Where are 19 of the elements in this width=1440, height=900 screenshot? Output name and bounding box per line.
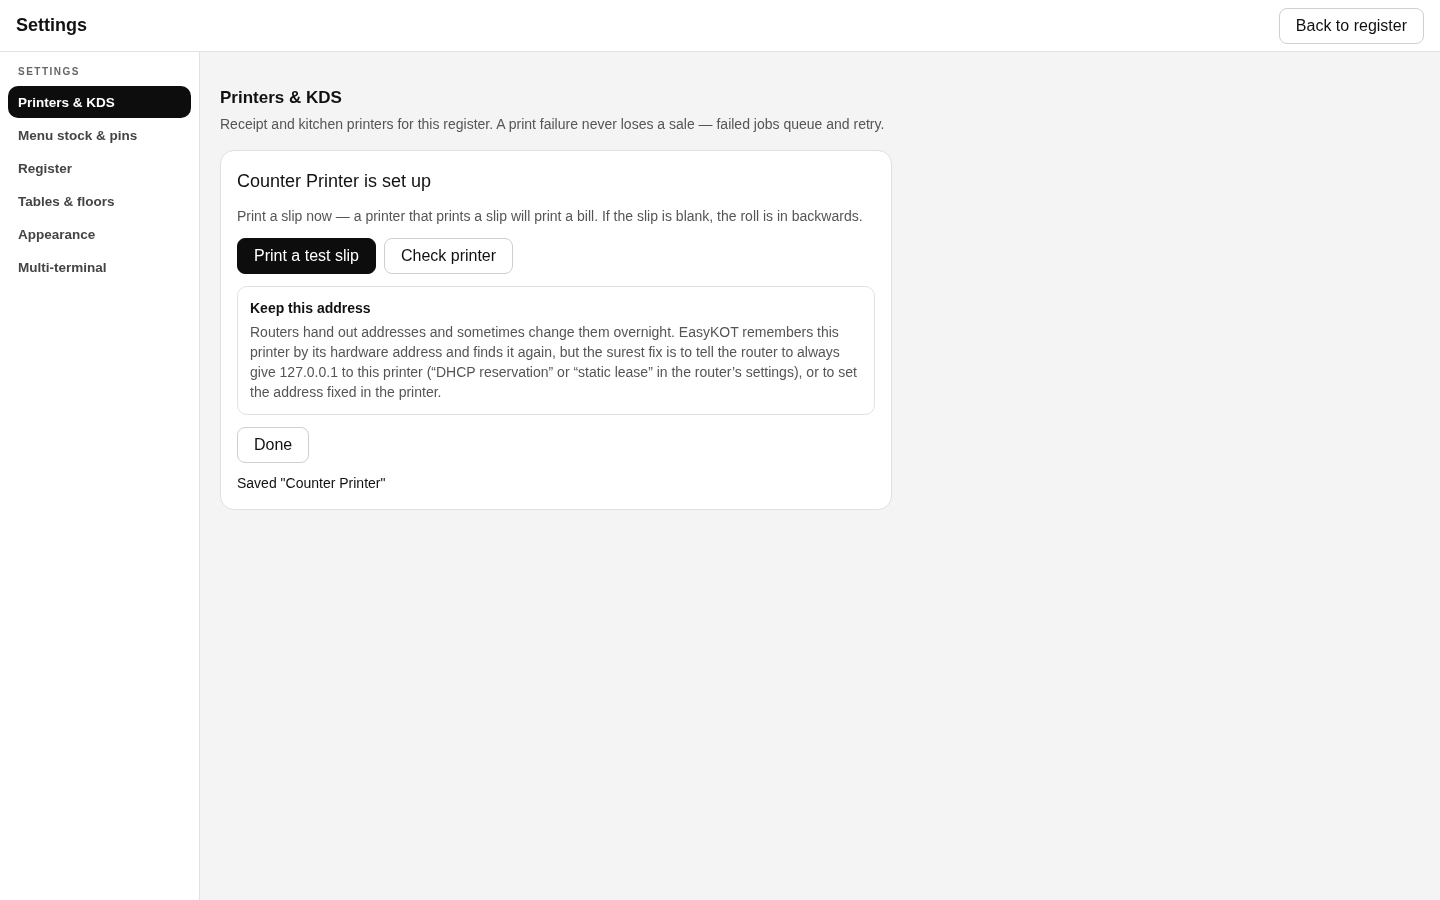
section-heading: Printers & KDS — [220, 88, 343, 108]
notice-title: Keep this address — [250, 300, 372, 316]
card-text: Print a slip now — a printer that prints a slip will print a bill. If the slip is blank, the roll is in backwards. — [237, 207, 864, 226]
sidebar-section-label: SETTINGS — [17, 65, 81, 79]
done-button[interactable]: Done — [237, 427, 310, 463]
page-title: Settings — [16, 15, 87, 36]
status-message: Saved "Counter Printer" — [237, 475, 387, 491]
sidebar-item[interactable]: Register — [8, 152, 191, 184]
print-test-button[interactable]: Print a test slip — [237, 238, 376, 274]
sidebar-item[interactable]: Appearance — [8, 218, 191, 250]
sidebar-item[interactable]: Menu stock & pins — [8, 119, 191, 151]
notice-text: Routers hand out addresses and sometimes change them overnight. EasyKOT remembers this printer by its hardware address and finds it again, but the surest fix is to tell the router to always give 127.0.0.1 to this printer (“DHCP reservation” or “static lease” in the router’s settings), or to set the address fixed in the printer. — [250, 323, 858, 402]
section-description: Receipt and kitchen printers for this register. A print failure never loses a sale — failed jobs queue and retry. — [220, 115, 886, 134]
sidebar-item[interactable]: Multi-terminal — [8, 251, 191, 283]
back-to-register-button[interactable]: Back to register — [1278, 7, 1424, 44]
sidebar-item[interactable]: Printers & KDS — [8, 86, 191, 118]
check-printer-button[interactable]: Check printer — [383, 238, 514, 274]
card-title: Counter Printer is set up — [237, 171, 433, 192]
sidebar-item[interactable]: Tables & floors — [8, 185, 191, 217]
